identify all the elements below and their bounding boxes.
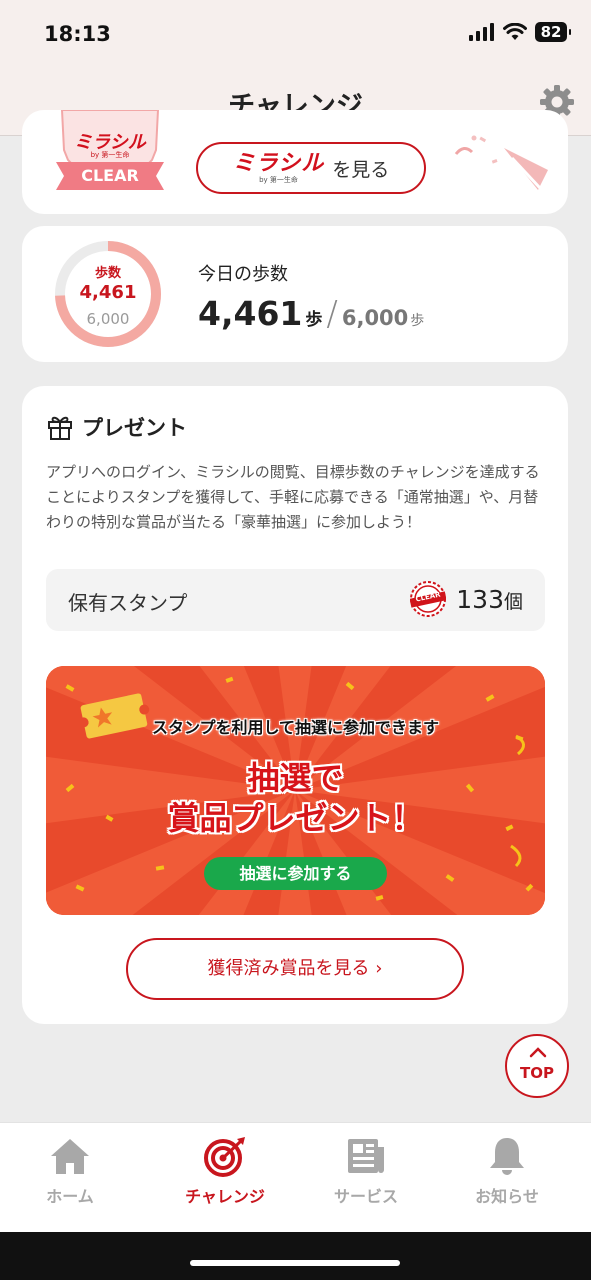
stamp-holdings-row: 保有スタンプ CLEAR 133個: [46, 569, 545, 631]
tab-challenge-label: チャレンジ: [185, 1187, 265, 1206]
present-card: プレゼント アプリへのログイン、ミラシルの閲覧、目標歩数のチャレンジを達成するこ…: [22, 386, 568, 1024]
tab-challenge[interactable]: チャレンジ: [160, 1135, 290, 1215]
view-mirashiru-button[interactable]: ミラシル by 第一生命 を見る: [196, 142, 426, 194]
status-time: 18:13: [44, 22, 111, 46]
view-mirashiru-label: を見る: [332, 158, 390, 181]
present-title: プレゼント: [82, 416, 187, 440]
signal-icon: [469, 23, 494, 41]
mirashiru-logo: ミラシル by 第一生命: [232, 150, 325, 184]
tab-services[interactable]: サービス: [301, 1135, 431, 1215]
tab-notifications-label: お知らせ: [475, 1187, 539, 1206]
stamp-label: 保有スタンプ: [68, 591, 188, 615]
tab-home-label: ホーム: [46, 1187, 94, 1206]
bottom-safe-area: [0, 1232, 591, 1280]
party-popper-icon: [454, 135, 548, 190]
badge-sub: by 第一生命: [90, 151, 130, 159]
steps-unit: 歩: [305, 310, 323, 330]
newspaper-icon: [348, 1139, 384, 1173]
steps-slash: /: [326, 294, 338, 334]
scroll-top-button[interactable]: TOP: [505, 1034, 569, 1098]
gift-icon: [48, 416, 72, 440]
clear-stamp-icon: CLEAR: [409, 581, 447, 617]
battery-indicator: 82: [535, 22, 571, 42]
today-steps-value: 4,461 歩 / 6,000 歩: [198, 294, 424, 334]
tab-services-label: サービス: [333, 1187, 398, 1206]
banner-title: 抽選で 賞品プレゼント！: [46, 758, 545, 838]
badge-clear-text: CLEAR: [81, 166, 139, 185]
stamp-count: 133個: [456, 584, 523, 614]
home-indicator: [190, 1260, 400, 1266]
status-bar: 18:13 82: [0, 0, 591, 70]
tab-notifications[interactable]: お知らせ: [442, 1135, 572, 1215]
banner-subtitle: スタンプを利用して抽選に参加できます: [151, 718, 440, 737]
stamp-count-group: CLEAR 133個: [409, 581, 523, 617]
ring-goal-steps: 6,000: [86, 310, 130, 328]
status-icons: 82: [469, 22, 571, 42]
today-steps-heading: 今日の歩数: [198, 264, 288, 285]
chevron-up-icon: [529, 1047, 547, 1058]
ring-label: 歩数: [94, 266, 121, 281]
tab-home[interactable]: ホーム: [5, 1135, 135, 1215]
scroll-top-label: TOP: [520, 1064, 554, 1082]
goal-steps: 6,000: [341, 306, 409, 330]
view-prizes-button[interactable]: 獲得済み賞品を見る ›: [126, 938, 464, 1000]
steps-card: 歩数 4,461 6,000 今日の歩数 4,461 歩 / 6,000 歩: [22, 226, 568, 362]
banner-title-line1: 抽選で: [247, 759, 344, 797]
goal-steps-unit: 歩: [410, 313, 425, 329]
wifi-icon: [503, 23, 527, 40]
present-description: アプリへのログイン、ミラシルの閲覧、目標歩数のチャレンジを達成することによりスタ…: [46, 463, 540, 531]
target-icon: [204, 1137, 245, 1177]
present-header: プレゼント: [46, 412, 187, 442]
mirashiru-card: ミラシル by 第一生命 CLEAR ミラシル by 第一生命 を見る: [22, 109, 568, 214]
ring-current-steps: 4,461: [79, 282, 137, 303]
bell-icon: [490, 1138, 524, 1175]
banner-title-line2: 賞品プレゼント！: [167, 799, 424, 837]
join-lottery-button[interactable]: 抽選に参加する: [204, 857, 387, 890]
current-steps: 4,461: [198, 294, 303, 333]
mirashiru-clear-badge: ミラシル by 第一生命 CLEAR: [56, 109, 164, 198]
lottery-banner[interactable]: スタンプを利用して抽選に参加できます 抽選で 賞品プレゼント！ 抽選に参加する: [46, 666, 545, 915]
home-icon: [51, 1139, 89, 1174]
